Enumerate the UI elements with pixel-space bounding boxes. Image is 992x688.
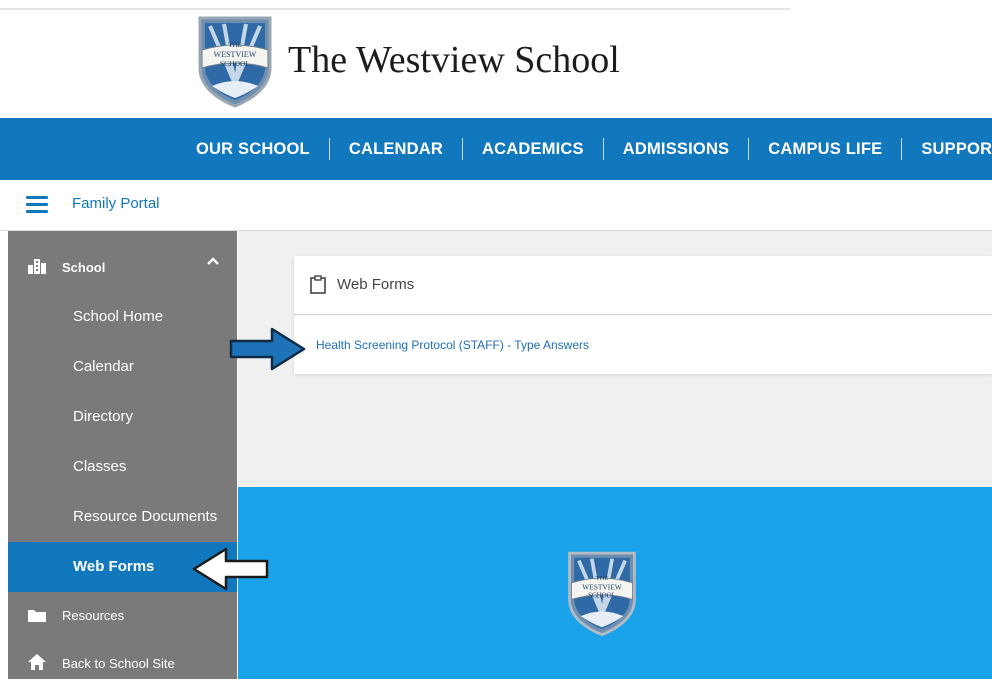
sidebar-section-school[interactable]: School <box>8 231 237 293</box>
card-title: Web Forms <box>337 276 415 293</box>
school-crest-logo[interactable]: THE WESTVIEW SCHOOL <box>194 14 276 108</box>
sidebar-item-calendar[interactable]: Calendar <box>8 342 237 392</box>
sidebar-item-classes[interactable]: Classes <box>8 442 237 492</box>
arrow-right-annotation <box>229 327 306 371</box>
footer-crest-logo: THE WESTVIEW SCHOOL <box>568 551 636 637</box>
sidebar-item-label: Web Forms <box>73 558 155 575</box>
sidebar-item-label: Classes <box>73 458 127 475</box>
building-icon <box>28 259 46 274</box>
crest-line-3: SCHOOL <box>588 592 616 600</box>
nav-item-admissions[interactable]: ADMISSIONS <box>623 140 730 159</box>
chevron-up-icon[interactable] <box>206 256 220 266</box>
crest-line-2: WESTVIEW <box>582 582 622 591</box>
nav-item-our-school[interactable]: OUR SCHOOL <box>196 140 310 159</box>
crest-line-3: SCHOOL <box>220 59 250 68</box>
sidebar-item-resources[interactable]: Resources <box>8 592 237 640</box>
sidebar-section-label: School <box>62 260 106 275</box>
sidebar-item-label: Resources <box>62 608 125 623</box>
nav-separator <box>602 138 604 160</box>
sidebar-item-directory[interactable]: Directory <box>8 392 237 442</box>
family-portal-link[interactable]: Family Portal <box>72 195 160 212</box>
arrow-left-annotation <box>192 547 269 591</box>
sidebar: School School Home Calendar Directory Cl… <box>8 231 237 679</box>
crest-line-2: WESTVIEW <box>214 50 257 59</box>
hamburger-icon[interactable] <box>26 196 48 214</box>
nav-item-campus-life[interactable]: CAMPUS LIFE <box>768 140 882 159</box>
sidebar-item-label: Resource Documents <box>73 508 218 525</box>
folder-icon <box>28 610 46 622</box>
nav-item-calendar[interactable]: CALENDAR <box>349 140 443 159</box>
nav-item-support-us[interactable]: SUPPORT US <box>921 140 992 159</box>
web-forms-card: Web Forms Health Screening Protocol (STA… <box>294 256 992 374</box>
nav-separator <box>328 138 330 160</box>
sidebar-item-label: Directory <box>73 408 134 425</box>
site-header: THE WESTVIEW SCHOOL The Westview School <box>0 0 992 118</box>
card-header: Web Forms <box>294 256 992 315</box>
form-link-health-screening[interactable]: Health Screening Protocol (STAFF) - Type… <box>316 338 589 352</box>
sidebar-item-label: School Home <box>73 308 164 325</box>
sidebar-item-school-home[interactable]: School Home <box>8 292 237 342</box>
portal-bar: Family Portal <box>0 180 992 231</box>
sidebar-item-back-to-school-site[interactable]: Back to School Site <box>8 640 237 688</box>
nav-item-academics[interactable]: ACADEMICS <box>482 140 584 159</box>
nav-separator <box>901 138 903 160</box>
nav-separator <box>462 138 464 160</box>
main-nav-list: OUR SCHOOL CALENDAR ACADEMICS ADMISSIONS CAM… <box>196 118 992 180</box>
nav-separator <box>748 138 750 160</box>
crest-line-1: THE <box>596 575 609 582</box>
sidebar-item-resource-documents[interactable]: Resource Documents <box>8 492 237 542</box>
clipboard-icon <box>310 275 326 294</box>
home-icon <box>28 654 46 670</box>
sidebar-item-label: Calendar <box>73 358 134 375</box>
school-name[interactable]: The Westview School <box>288 38 620 82</box>
main-nav: OUR SCHOOL CALENDAR ACADEMICS ADMISSIONS CAM… <box>0 118 992 180</box>
sidebar-item-label: Back to School Site <box>62 656 175 671</box>
crest-line-1: THE <box>228 41 242 49</box>
